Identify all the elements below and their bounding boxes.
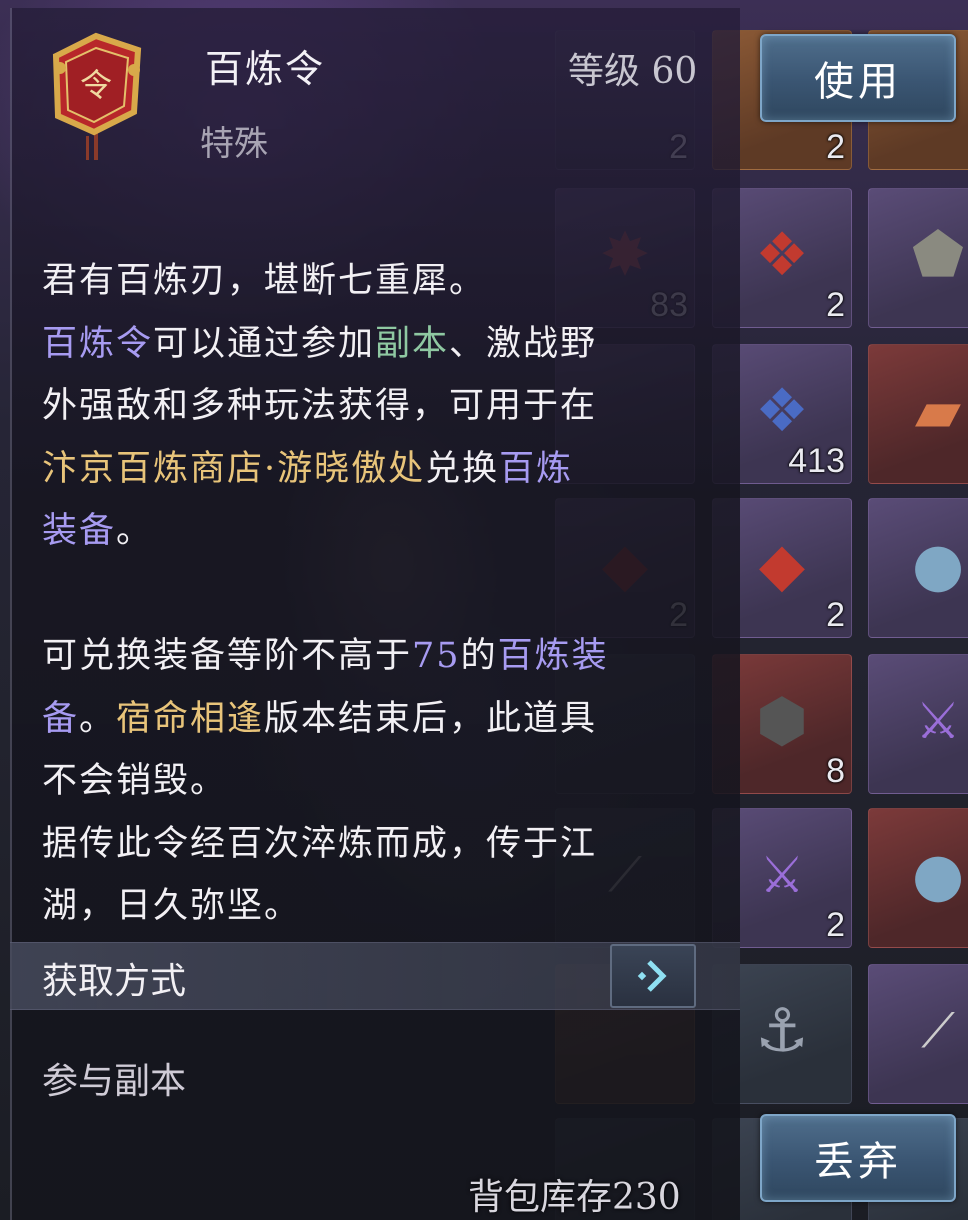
dagger-icon: ⚔ — [759, 846, 805, 905]
description-line: 湖，日久弥坚。 — [42, 886, 302, 926]
inventory-slot[interactable]: ⚔ — [868, 654, 968, 794]
orb-icon: ● — [911, 530, 965, 601]
blue-token-icon: ❖ — [755, 376, 809, 447]
anchor-icon: ⚓ — [755, 996, 809, 1067]
inventory-slot[interactable]: ⟋ — [868, 964, 968, 1104]
description-line: 君有百炼刃，堪断七重犀。 — [42, 261, 487, 301]
description-line: 备。宿命相逢版本结束后，此道具 — [42, 698, 598, 739]
inventory-slot[interactable]: ⬟ — [868, 188, 968, 328]
token-badge-icon: 令 — [52, 32, 142, 160]
slot-count: 2 — [826, 596, 845, 634]
stone-icon: ⬟ — [911, 220, 965, 291]
svg-text:令: 令 — [80, 66, 112, 104]
orb-icon: ● — [911, 840, 965, 911]
scroll-icon: ▰ — [914, 376, 962, 447]
slot-count: 2 — [826, 906, 845, 944]
red-tag-icon: ◆ — [758, 530, 806, 601]
description-line: 据传此令经百次淬炼而成，传于江 — [42, 823, 598, 864]
slot-count: 413 — [788, 442, 845, 480]
inventory-slot[interactable]: ● 3 — [868, 498, 968, 638]
acquire-title: 获取方式 — [42, 961, 187, 1002]
acquire-method-item[interactable]: 参与副本 — [42, 1052, 186, 1104]
slot-count: 2 — [826, 128, 845, 166]
slot-count: 2 — [826, 286, 845, 324]
acquire-expand-button[interactable] — [610, 944, 696, 1008]
inventory-stock: 背包库存230 — [468, 1177, 681, 1218]
dagger-icon: ⚔ — [915, 692, 961, 751]
token-badge-icon: ❖ — [755, 220, 809, 291]
description-line: 可兑换装备等阶不高于75的百炼装 — [42, 636, 609, 676]
item-level: 等级 60 — [568, 51, 698, 92]
item-name: 百炼令 — [205, 47, 326, 91]
inventory-slot[interactable]: ● — [868, 808, 968, 948]
description-line: 外强敌和多种玩法获得，可用于在 — [42, 386, 598, 426]
description-line: 装备。 — [42, 511, 154, 551]
ore-icon: ⬢ — [755, 686, 809, 757]
item-description: 君有百炼刃，堪断七重犀。 百炼令可以通过参加副本、激战野 外强敌和多种玩法获得，… — [42, 250, 702, 938]
description-line: 不会销毁。 — [42, 761, 228, 801]
use-button[interactable]: 使用 — [760, 34, 956, 122]
discard-button[interactable]: 丢弃 — [760, 1114, 956, 1202]
brush-icon: ⟋ — [921, 1003, 955, 1060]
slot-count: 8 — [826, 752, 845, 790]
description-line: 汴京百炼商店·游晓傲处兑换百炼 — [42, 448, 574, 489]
inventory-slot[interactable]: ▰ — [868, 344, 968, 484]
arrow-right-icon — [637, 960, 667, 992]
item-type: 特殊 — [200, 124, 268, 164]
description-line: 百炼令可以通过参加副本、激战野 — [42, 323, 598, 364]
